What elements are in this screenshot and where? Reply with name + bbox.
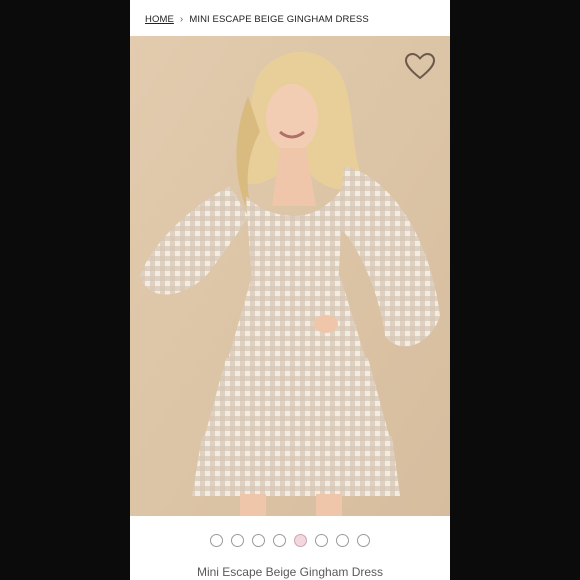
product-photo-illustration xyxy=(130,36,450,516)
carousel-dot[interactable] xyxy=(252,534,265,547)
breadcrumb: HOME › MINI ESCAPE BEIGE GINGHAM DRESS xyxy=(145,12,369,26)
breadcrumb-home-link[interactable]: HOME xyxy=(145,14,174,25)
carousel-dot[interactable] xyxy=(231,534,244,547)
chevron-right-icon: › xyxy=(179,13,184,25)
image-carousel-dots xyxy=(130,534,450,550)
product-title: Mini Escape Beige Gingham Dress xyxy=(196,565,384,579)
carousel-dot[interactable] xyxy=(336,534,349,547)
breadcrumb-current: MINI ESCAPE BEIGE GINGHAM DRESS xyxy=(189,13,369,25)
product-image[interactable] xyxy=(130,36,450,516)
carousel-dot[interactable] xyxy=(294,534,307,547)
heart-outline-icon[interactable] xyxy=(404,52,436,80)
carousel-dot[interactable] xyxy=(357,534,370,547)
carousel-dot[interactable] xyxy=(315,534,328,547)
product-card: HOME › MINI ESCAPE BEIGE GINGHAM DRESS M… xyxy=(130,0,450,580)
carousel-dot[interactable] xyxy=(273,534,286,547)
carousel-dot[interactable] xyxy=(210,534,223,547)
